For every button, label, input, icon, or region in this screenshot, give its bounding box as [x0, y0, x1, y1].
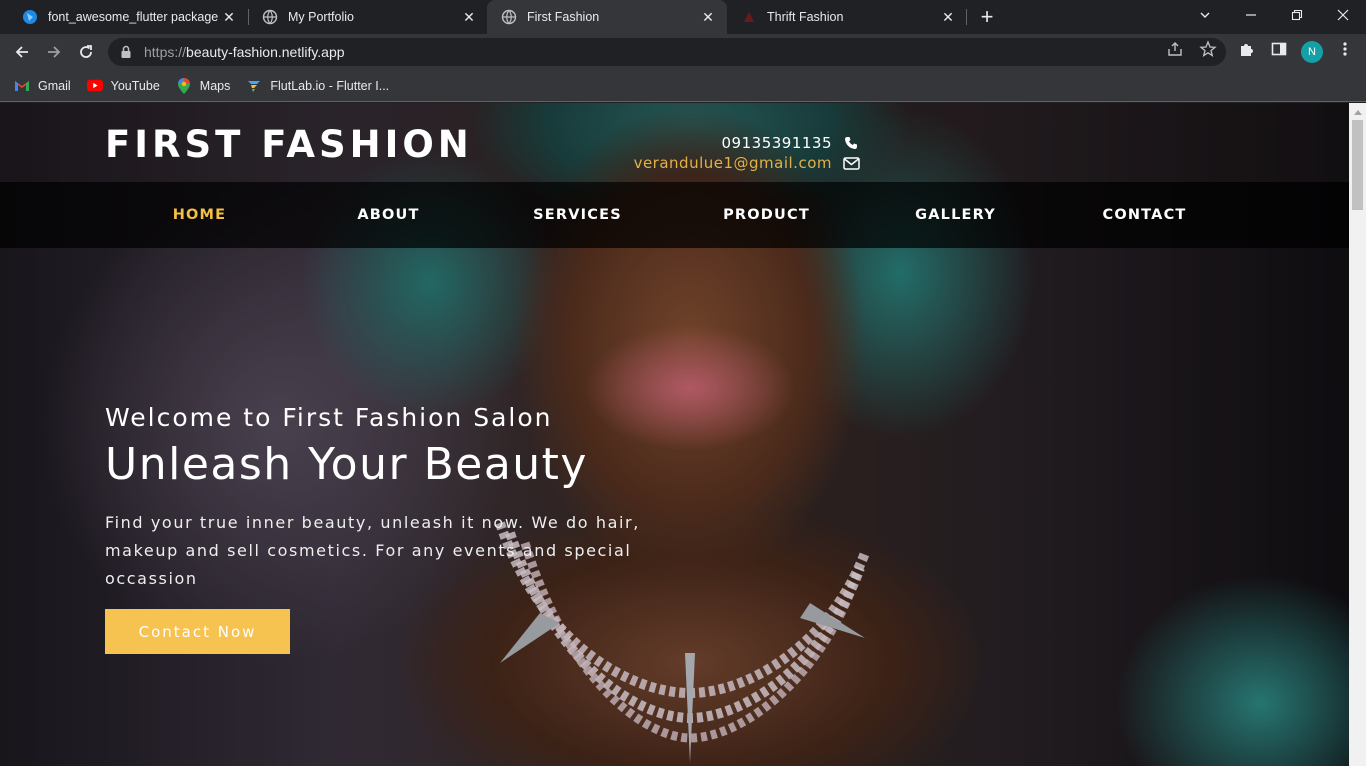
- bookmark-youtube[interactable]: YouTube: [86, 78, 160, 94]
- hero-headline: Unleash Your Beauty: [105, 439, 588, 490]
- main-navigation: HOME ABOUT SERVICES PRODUCT GALLERY CONT…: [0, 182, 1349, 248]
- puzzle-icon: [1241, 44, 1253, 56]
- tab-label: Thrift Fashion: [767, 10, 844, 24]
- maps-icon: [176, 77, 192, 94]
- browser-tab-bar: font_awesome_flutter package - ✕ My Port…: [0, 0, 1366, 34]
- share-icon: [1168, 42, 1182, 56]
- new-tab-button[interactable]: +: [975, 4, 999, 29]
- tab-thrift-fashion[interactable]: Thrift Fashion ✕: [727, 0, 967, 34]
- page-scrollbar[interactable]: [1349, 103, 1366, 766]
- bookmark-star-button[interactable]: [1199, 40, 1217, 58]
- tab-first-fashion[interactable]: First Fashion ✕: [487, 0, 727, 34]
- address-bar[interactable]: https://beauty-fashion.netlify.app: [108, 38, 1226, 66]
- close-icon[interactable]: ✕: [460, 8, 478, 26]
- close-icon[interactable]: ✕: [220, 8, 238, 26]
- nav-home[interactable]: HOME: [105, 182, 294, 248]
- arrow-left-icon: [15, 46, 28, 58]
- nav-services[interactable]: SERVICES: [483, 182, 672, 248]
- tab-label: My Portfolio: [288, 10, 354, 24]
- header-phone[interactable]: 09135391135: [634, 133, 860, 153]
- minimize-icon: [1246, 14, 1256, 16]
- bookmark-maps[interactable]: Maps: [176, 77, 231, 94]
- tab-separator: [966, 9, 967, 25]
- menu-button[interactable]: [1336, 40, 1354, 58]
- nav-about[interactable]: ABOUT: [294, 182, 483, 248]
- url-host: beauty-fashion.netlify.app: [186, 44, 345, 60]
- bookmark-label: Gmail: [38, 78, 71, 93]
- bookmark-gmail[interactable]: Gmail: [14, 78, 71, 94]
- hero-welcome: Welcome to First Fashion Salon: [105, 403, 553, 432]
- globe-icon: [501, 9, 517, 25]
- site-header: FIRST FASHION 09135391135 verandulue1@gm…: [0, 103, 1349, 182]
- header-email[interactable]: verandulue1@gmail.com: [634, 153, 860, 173]
- bookmark-label: FlutLab.io - Flutter I...: [270, 78, 390, 93]
- url-scheme: https://: [144, 44, 187, 60]
- hero-description: Find your true inner beauty, unleash it …: [105, 513, 640, 588]
- dart-icon: [22, 9, 38, 25]
- close-icon[interactable]: ✕: [939, 8, 957, 26]
- arrow-right-icon: [48, 46, 61, 58]
- nav-contact[interactable]: CONTACT: [1050, 182, 1239, 248]
- tab-my-portfolio[interactable]: My Portfolio ✕: [248, 0, 488, 34]
- restore-icon: [1291, 9, 1303, 21]
- share-button[interactable]: [1166, 40, 1184, 58]
- profile-avatar[interactable]: N: [1301, 41, 1323, 63]
- extensions-button[interactable]: [1238, 40, 1256, 58]
- bookmark-flutlab[interactable]: FlutLab.io - Flutter I...: [246, 78, 389, 94]
- page-viewport: FIRST FASHION 09135391135 verandulue1@gm…: [0, 103, 1349, 766]
- chevron-down-icon: [1200, 12, 1210, 18]
- side-panel-button[interactable]: [1270, 40, 1288, 58]
- email-text: verandulue1@gmail.com: [633, 154, 832, 172]
- flutlab-icon: [246, 78, 262, 94]
- bookmark-label: YouTube: [110, 78, 160, 93]
- tab-font-awesome[interactable]: font_awesome_flutter package - ✕: [8, 0, 248, 34]
- more-vertical-icon: [1343, 42, 1347, 56]
- contact-now-button[interactable]: Contact Now: [105, 609, 290, 654]
- reload-button[interactable]: [72, 38, 100, 66]
- browser-toolbar: https://beauty-fashion.netlify.app N: [0, 34, 1366, 70]
- reload-icon: [80, 45, 92, 58]
- site-icon: [741, 9, 757, 25]
- close-icon[interactable]: ✕: [699, 8, 717, 26]
- nav-gallery[interactable]: GALLERY: [861, 182, 1050, 248]
- tab-label: font_awesome_flutter package -: [48, 10, 220, 24]
- phone-icon: [842, 136, 860, 150]
- close-window-button[interactable]: [1320, 0, 1366, 30]
- youtube-icon: [86, 78, 103, 94]
- tab-label: First Fashion: [527, 10, 600, 24]
- scroll-up-icon[interactable]: [1349, 103, 1366, 120]
- forward-button[interactable]: [40, 38, 68, 66]
- gmail-icon: [14, 78, 30, 94]
- globe-icon: [262, 9, 278, 25]
- restore-button[interactable]: [1274, 0, 1320, 30]
- bookmarks-bar: Gmail YouTube Maps FlutLab.io - Flutter …: [0, 70, 1366, 102]
- envelope-icon: [842, 156, 860, 170]
- header-contact-info: 09135391135 verandulue1@gmail.com: [634, 133, 860, 173]
- lock-icon[interactable]: [120, 45, 132, 59]
- scrollbar-thumb[interactable]: [1352, 120, 1363, 210]
- tab-search-button[interactable]: [1182, 0, 1228, 30]
- phone-text: 09135391135: [721, 134, 832, 152]
- url-text: https://beauty-fashion.netlify.app: [144, 44, 345, 60]
- bookmark-label: Maps: [199, 78, 231, 93]
- star-icon: [1199, 40, 1217, 58]
- close-icon: [1337, 9, 1349, 21]
- back-button[interactable]: [8, 38, 36, 66]
- side-panel-icon: [1271, 42, 1287, 56]
- nav-product[interactable]: PRODUCT: [672, 182, 861, 248]
- site-brand-logo[interactable]: FIRST FASHION: [105, 123, 473, 166]
- minimize-button[interactable]: [1228, 0, 1274, 30]
- hero-content: Welcome to First Fashion Salon Unleash Y…: [105, 403, 675, 593]
